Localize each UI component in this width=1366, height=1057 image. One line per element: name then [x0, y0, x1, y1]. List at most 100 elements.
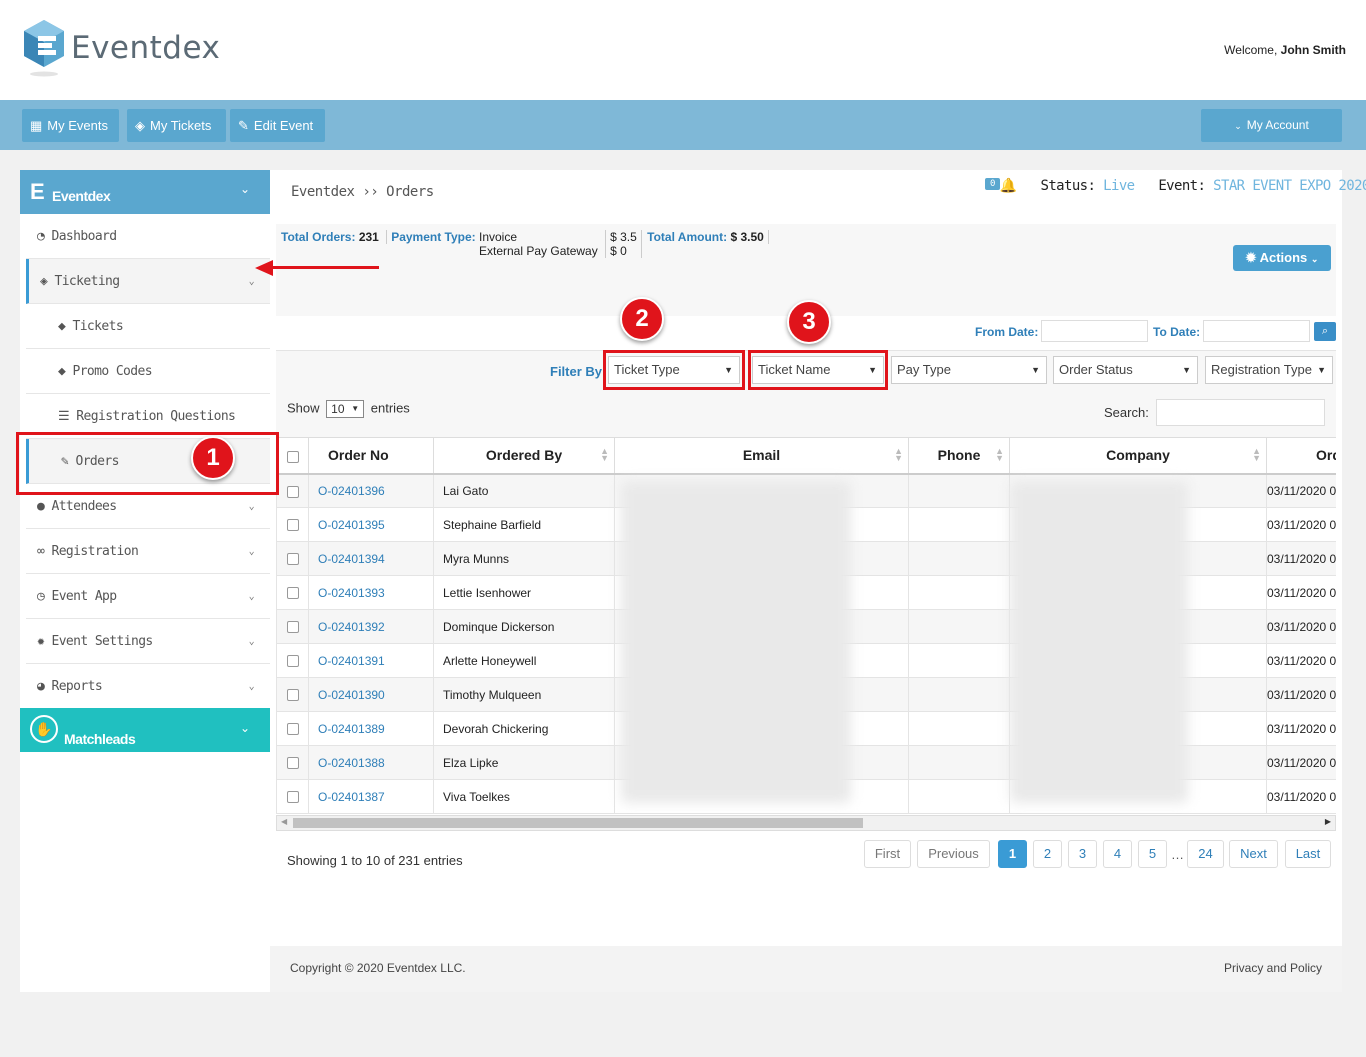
order-status-select[interactable]: Order Status ▼: [1053, 356, 1198, 384]
order-no-cell[interactable]: O-02401396: [308, 473, 434, 508]
row-checkbox[interactable]: [286, 689, 299, 702]
column-label: Ordered By: [485, 447, 563, 464]
order-no-cell[interactable]: O-02401391: [308, 643, 434, 678]
previous-page-button[interactable]: Previous: [917, 840, 990, 868]
sidebar-item-reports[interactable]: ◕ Reports ⌄: [26, 664, 270, 709]
from-date-input[interactable]: [1041, 320, 1148, 342]
sidebar-item-label: Tickets: [72, 319, 124, 334]
page-button-1[interactable]: 1: [998, 840, 1027, 868]
column-header-email[interactable]: Email ▲ ▼: [614, 437, 909, 475]
column-header-phone[interactable]: Phone ▲ ▼: [908, 437, 1010, 475]
pay-type-value: Pay Type: [897, 362, 951, 377]
eventdex-logo-icon[interactable]: [24, 20, 64, 78]
my-tickets-button[interactable]: ◈ My Tickets: [127, 109, 226, 142]
scroll-left-icon[interactable]: ◀: [281, 817, 287, 826]
row-checkbox-cell[interactable]: [276, 677, 309, 712]
page-button-5[interactable]: 5: [1138, 840, 1167, 868]
select-all-checkbox[interactable]: [276, 437, 309, 475]
search-icon[interactable]: ⌕: [1314, 322, 1336, 341]
sidebar-item-label: Promo Codes: [72, 364, 152, 379]
sidebar-item-ticketing[interactable]: ◈ Ticketing ⌄: [26, 259, 270, 304]
registration-type-select[interactable]: Registration Type ▼: [1205, 356, 1333, 384]
column-header-ordered-by[interactable]: Ordered By ▲ ▼: [433, 437, 615, 475]
pay-type-select[interactable]: Pay Type ▼: [891, 356, 1047, 384]
order-no-link[interactable]: O-02401392: [318, 620, 385, 634]
scroll-right-icon[interactable]: ▶: [1325, 817, 1331, 826]
row-checkbox-cell[interactable]: [276, 473, 309, 508]
row-checkbox-cell[interactable]: [276, 711, 309, 746]
row-checkbox[interactable]: [286, 723, 299, 736]
row-checkbox-cell[interactable]: [276, 507, 309, 542]
page-button-24[interactable]: 24: [1187, 840, 1224, 868]
row-checkbox-cell[interactable]: [276, 609, 309, 644]
column-header-ordered-date[interactable]: Ord: [1266, 437, 1336, 475]
link-icon: ∞: [37, 544, 45, 559]
order-no-link[interactable]: O-02401395: [318, 518, 385, 532]
page-button-4[interactable]: 4: [1103, 840, 1132, 868]
phone-cell: [908, 711, 1010, 746]
column-header-order-no[interactable]: Order No: [308, 437, 434, 475]
search-input[interactable]: [1156, 399, 1325, 426]
sidebar-item-dashboard[interactable]: ◔ Dashboard: [26, 214, 270, 259]
order-no-cell[interactable]: O-02401388: [308, 745, 434, 780]
bell-icon[interactable]: 🔔: [1000, 178, 1017, 194]
page-button-3[interactable]: 3: [1068, 840, 1097, 868]
row-checkbox[interactable]: [286, 587, 299, 600]
sidebar-item-label: Reports: [51, 679, 103, 694]
order-no-link[interactable]: O-02401396: [318, 484, 385, 498]
sort-icon: ▲ ▼: [600, 446, 609, 463]
row-checkbox[interactable]: [286, 655, 299, 668]
row-checkbox[interactable]: [286, 553, 299, 566]
to-date-input[interactable]: [1203, 320, 1310, 342]
sidebar-item-matchleads[interactable]: ✋ Matchleads ⌄: [20, 708, 270, 752]
privacy-policy-link[interactable]: Privacy and Policy: [1224, 961, 1322, 975]
row-checkbox-cell[interactable]: [276, 541, 309, 576]
row-checkbox[interactable]: [286, 791, 299, 804]
order-no-link[interactable]: O-02401389: [318, 722, 385, 736]
my-events-button[interactable]: ▦ My Events: [22, 109, 119, 142]
phone-cell: [908, 575, 1010, 610]
actions-dropdown-button[interactable]: ✹ Actions ⌄: [1233, 245, 1331, 271]
last-page-button[interactable]: Last: [1285, 840, 1331, 868]
order-no-link[interactable]: O-02401388: [318, 756, 385, 770]
row-checkbox-cell[interactable]: [276, 575, 309, 610]
checkbox[interactable]: [286, 450, 299, 463]
order-no-link[interactable]: O-02401393: [318, 586, 385, 600]
my-account-button[interactable]: ⌄ My Account: [1201, 109, 1342, 142]
order-no-cell[interactable]: O-02401394: [308, 541, 434, 576]
order-no-link[interactable]: O-02401390: [318, 688, 385, 702]
row-checkbox-cell[interactable]: [276, 779, 309, 814]
sidebar-item-promo-codes[interactable]: ◆ Promo Codes: [26, 349, 270, 394]
order-no-cell[interactable]: O-02401389: [308, 711, 434, 746]
next-page-button[interactable]: Next: [1229, 840, 1278, 868]
scrollbar-thumb[interactable]: [293, 818, 863, 828]
row-checkbox[interactable]: [286, 485, 299, 498]
page-button-2[interactable]: 2: [1033, 840, 1062, 868]
row-checkbox-cell[interactable]: [276, 745, 309, 780]
order-no-cell[interactable]: O-02401390: [308, 677, 434, 712]
order-no-cell[interactable]: O-02401395: [308, 507, 434, 542]
chevron-down-icon: ⌄: [1310, 254, 1319, 264]
sidebar-header[interactable]: E Eventdex ⌄: [20, 170, 270, 214]
column-header-company[interactable]: Company ▲ ▼: [1009, 437, 1267, 475]
order-no-link[interactable]: O-02401391: [318, 654, 385, 668]
order-no-cell[interactable]: O-02401393: [308, 575, 434, 610]
order-no-link[interactable]: O-02401387: [318, 790, 385, 804]
row-checkbox-cell[interactable]: [276, 643, 309, 678]
order-no-link[interactable]: O-02401394: [318, 552, 385, 566]
event-name[interactable]: STAR EVENT EXPO 2020...: [1213, 178, 1366, 194]
total-orders-label: Total Orders:: [281, 230, 356, 244]
edit-event-button[interactable]: ✎ Edit Event: [230, 109, 325, 142]
sidebar-item-tickets[interactable]: ◆ Tickets: [26, 304, 270, 349]
entries-select[interactable]: 10 ▼: [326, 400, 365, 418]
row-checkbox[interactable]: [286, 621, 299, 634]
sidebar-item-registration[interactable]: ∞ Registration ⌄: [26, 529, 270, 574]
order-no-cell[interactable]: O-02401392: [308, 609, 434, 644]
welcome-text: Welcome, John Smith: [1224, 43, 1346, 57]
sidebar-item-event-app[interactable]: ◷ Event App ⌄: [26, 574, 270, 619]
row-checkbox[interactable]: [286, 519, 299, 532]
sidebar-item-event-settings[interactable]: ✹ Event Settings ⌄: [26, 619, 270, 664]
row-checkbox[interactable]: [286, 757, 299, 770]
order-no-cell[interactable]: O-02401387: [308, 779, 434, 814]
first-page-button[interactable]: First: [864, 840, 911, 868]
